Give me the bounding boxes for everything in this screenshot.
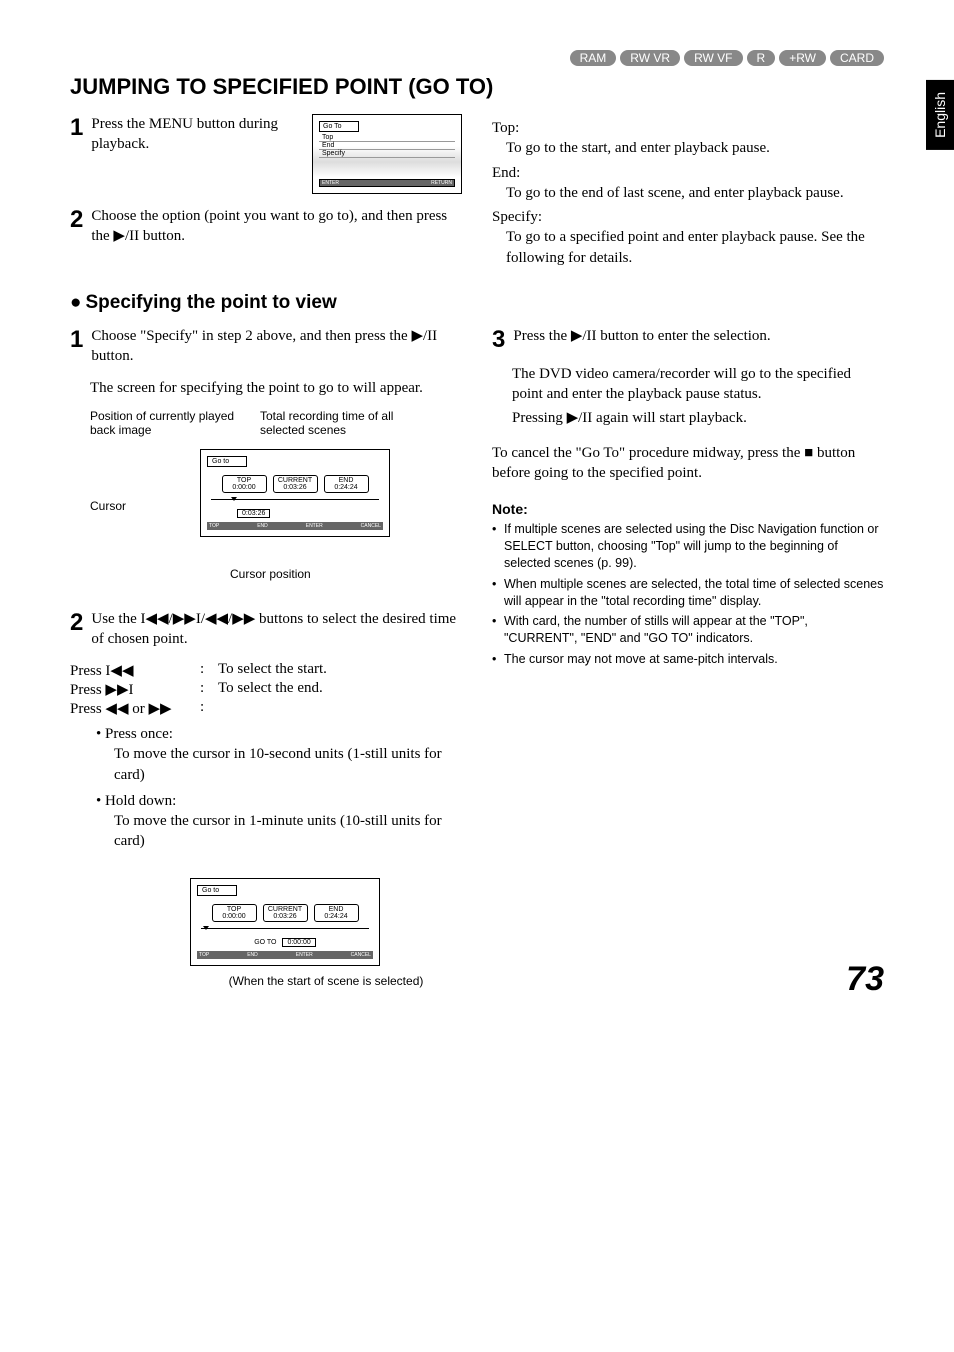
- label-position: Position of currently played back image: [90, 409, 240, 438]
- menu-item-top: Top: [319, 134, 455, 142]
- start-goto-value: 0:00:00: [282, 938, 315, 947]
- note-list: If multiple scenes are selected using th…: [492, 521, 884, 668]
- end-def: To go to the end of last scene, and ente…: [506, 183, 884, 203]
- press-list: Press I◀◀ : To select the start. Press ▶…: [70, 661, 462, 718]
- badge-rwvr: RW VR: [620, 50, 680, 66]
- goto-menu-screenshot: Go To Top End Specify ENTER RETURN: [312, 114, 462, 194]
- press-prev-val: To select the start.: [218, 661, 327, 680]
- start-title: Go to: [197, 885, 237, 896]
- menu-item-specify: Specify: [319, 150, 455, 158]
- goto-title: Go to: [207, 456, 247, 467]
- top-label: Top:: [492, 118, 884, 138]
- start-top-box: TOP 0:00:00: [212, 904, 257, 922]
- spec-step-1-body: The screen for specifying the point to g…: [90, 378, 462, 398]
- start-current-box: CURRENT 0:03:26: [263, 904, 308, 922]
- press-prev-key: Press I◀◀: [70, 661, 200, 680]
- spec-step-3-body2: Pressing ▶/II again will start playback.: [512, 408, 884, 428]
- note-1: If multiple scenes are selected using th…: [492, 521, 884, 572]
- hint-return: RETURN: [431, 180, 452, 186]
- subheading-specifying: Specifying the point to view: [70, 292, 884, 314]
- goto-screen-start: Go to TOP 0:00:00 CURRENT 0:03:26 END 0:: [190, 878, 380, 966]
- step-2-text: Choose the option (point you want to go …: [91, 206, 462, 247]
- goto-screen-diagram: Go to TOP 0:00:00 CURRENT 0:03:26 END 0:: [200, 449, 390, 537]
- note-2: When multiple scenes are selected, the t…: [492, 576, 884, 610]
- press-next-key: Press ▶▶I: [70, 680, 200, 699]
- end-label: End:: [492, 163, 884, 183]
- step-number-1: 1: [70, 116, 83, 140]
- specify-def: To go to a specified point and enter pla…: [506, 227, 884, 268]
- top-def: To go to the start, and enter playback p…: [506, 138, 884, 158]
- menu-title: Go To: [319, 121, 359, 132]
- spec-step-2-text: Use the I◀◀/▶▶I/◀◀/▶▶ buttons to select …: [91, 609, 462, 650]
- spec-step-3-text: Press the ▶/II button to enter the selec…: [513, 326, 884, 346]
- note-heading: Note:: [492, 501, 884, 517]
- label-cursor: Cursor: [90, 499, 126, 513]
- cancel-text: To cancel the "Go To" procedure midway, …: [492, 443, 884, 484]
- start-end-box: END 0:24:24: [314, 904, 359, 922]
- goto-top-box: TOP 0:00:00: [222, 475, 267, 493]
- hold-down-desc: To move the cursor in 1-minute units (10…: [114, 811, 462, 852]
- label-cursor-position: Cursor position: [230, 567, 311, 581]
- page-number: 73: [846, 960, 884, 999]
- step-1-text: Press the MENU button during playback.: [91, 114, 304, 155]
- note-3: With card, the number of stills will app…: [492, 613, 884, 647]
- goto-current-box: CURRENT 0:03:26: [273, 475, 318, 493]
- step-number-2: 2: [70, 208, 83, 232]
- press-seek-key: Press ◀◀ or ▶▶: [70, 699, 200, 718]
- press-next-val: To select the end.: [218, 680, 323, 699]
- goto-end-box: END 0:24:24: [324, 475, 369, 493]
- goto-value: 0:03:26: [237, 509, 270, 518]
- badge-plusrw: +RW: [779, 50, 826, 66]
- start-caption: (When the start of scene is selected): [190, 974, 462, 988]
- label-total: Total recording time of all selected sce…: [260, 409, 420, 438]
- spec-step-1-num: 1: [70, 328, 83, 352]
- page-title: JUMPING TO SPECIFIED POINT (GO TO): [70, 74, 884, 100]
- press-once-label: • Press once:: [96, 724, 462, 744]
- spec-step-1-text: Choose "Specify" in step 2 above, and th…: [91, 326, 462, 367]
- spec-step-3-body: The DVD video camera/recorder will go to…: [512, 364, 884, 405]
- hold-down-label: • Hold down:: [96, 791, 462, 811]
- badge-card: CARD: [830, 50, 884, 66]
- spec-step-2-num: 2: [70, 611, 83, 635]
- badge-r: R: [747, 50, 776, 66]
- note-4: The cursor may not move at same-pitch in…: [492, 651, 884, 668]
- spec-step-3-num: 3: [492, 328, 505, 352]
- format-badges: RAM RW VR RW VF R +RW CARD: [70, 50, 884, 66]
- badge-rwvf: RW VF: [684, 50, 742, 66]
- badge-ram: RAM: [570, 50, 617, 66]
- press-once-desc: To move the cursor in 10-second units (1…: [114, 744, 462, 785]
- specify-label: Specify:: [492, 207, 884, 227]
- menu-item-end: End: [319, 142, 455, 150]
- hint-enter: ENTER: [322, 180, 339, 186]
